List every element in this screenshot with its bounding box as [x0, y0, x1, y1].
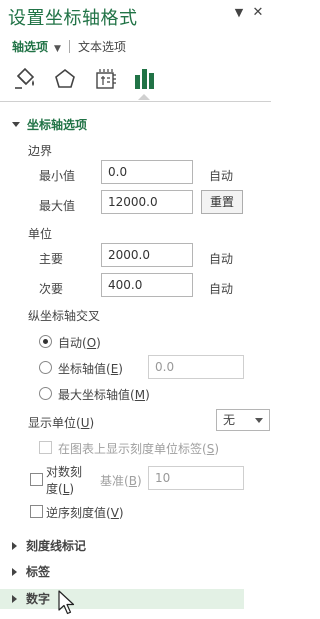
- expand-triangle-icon: [12, 122, 20, 127]
- reverse-order-checkbox[interactable]: [30, 505, 43, 518]
- crosses-label: 纵坐标轴交叉: [28, 309, 101, 323]
- section-labels[interactable]: 标签: [0, 562, 244, 582]
- tab-bar: 轴选项 ▼ 文本选项: [12, 38, 126, 54]
- display-units-label: 显示单位(U): [28, 416, 95, 430]
- close-icon[interactable]: ✕: [251, 6, 265, 20]
- divider: [0, 101, 271, 102]
- size-properties-icon[interactable]: [91, 64, 121, 94]
- show-units-label-text: 在图表上显示刻度单位标签(S): [58, 442, 220, 456]
- section-tick-marks[interactable]: 刻度线标记: [0, 536, 244, 556]
- major-auto-status: 自动: [209, 252, 234, 266]
- effects-pentagon-icon[interactable]: [50, 64, 80, 94]
- collapsed-triangle-icon: [12, 542, 17, 550]
- min-bound-input[interactable]: 0.0: [101, 160, 193, 184]
- radio-auto[interactable]: [39, 335, 52, 348]
- axis-options-bar-chart-icon[interactable]: [130, 64, 160, 94]
- minor-label: 次要: [39, 282, 64, 296]
- reset-button[interactable]: 重置: [201, 190, 243, 214]
- min-label: 最小值: [39, 169, 76, 183]
- section-number[interactable]: 数字: [0, 589, 244, 609]
- axis-value-input[interactable]: 0.0: [148, 355, 244, 379]
- min-auto-status: 自动: [209, 169, 234, 183]
- minor-unit-input[interactable]: 400.0: [101, 273, 193, 297]
- radio-auto-label[interactable]: 自动(O): [58, 334, 101, 351]
- display-units-select[interactable]: 无: [216, 409, 270, 431]
- tab-dropdown-chevron-icon[interactable]: ▼: [54, 44, 61, 54]
- radio-max-axis-value[interactable]: [39, 387, 52, 400]
- mouse-pointer-icon: [58, 590, 76, 616]
- major-label: 主要: [39, 252, 64, 266]
- fill-line-icon[interactable]: [10, 64, 40, 94]
- reverse-order-label[interactable]: 逆序刻度值(V): [46, 504, 124, 521]
- max-label: 最大值: [39, 199, 76, 213]
- radio-max-axis-value-label[interactable]: 最大坐标轴值(M): [58, 386, 150, 403]
- log-base-label: 基准(B): [100, 474, 142, 488]
- radio-axis-value[interactable]: [39, 361, 52, 374]
- display-units-value: 无: [223, 413, 236, 427]
- log-base-input[interactable]: 10: [148, 466, 244, 490]
- section-axis-options-header[interactable]: 坐标轴选项: [12, 116, 87, 133]
- major-unit-input[interactable]: 2000.0: [101, 243, 193, 267]
- pane-title: 设置坐标轴格式: [8, 8, 138, 29]
- tab-text-options[interactable]: 文本选项: [78, 40, 126, 54]
- radio-axis-value-label[interactable]: 坐标轴值(E): [58, 360, 123, 377]
- minor-auto-status: 自动: [209, 282, 234, 296]
- collapsed-triangle-icon: [12, 568, 17, 576]
- selected-tab-pointer: [138, 94, 150, 100]
- tab-axis-options[interactable]: 轴选项: [12, 40, 48, 54]
- max-bound-input[interactable]: 12000.0: [101, 190, 193, 214]
- section-title: 坐标轴选项: [27, 118, 88, 132]
- log-scale-checkbox[interactable]: [30, 473, 43, 486]
- chevron-down-icon[interactable]: ▼: [232, 6, 246, 20]
- show-units-label-checkbox[interactable]: [39, 441, 52, 454]
- bounds-label: 边界: [28, 144, 53, 158]
- tab-separator: [68, 40, 70, 53]
- log-scale-label[interactable]: 对数刻 度(L): [46, 464, 82, 498]
- units-label: 单位: [28, 227, 53, 241]
- collapsed-triangle-icon: [12, 595, 17, 603]
- select-chevron-down-icon: [255, 418, 263, 423]
